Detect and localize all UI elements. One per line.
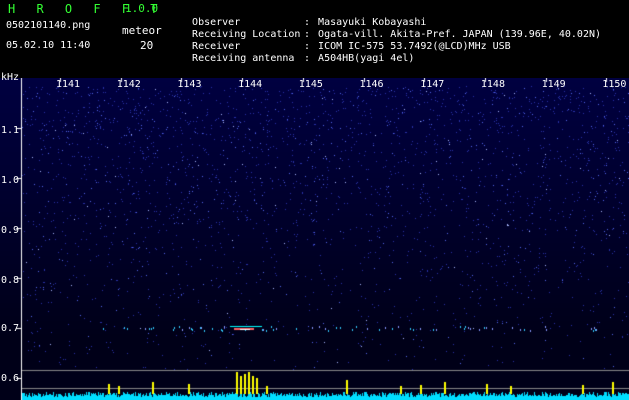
time-tick-label: 1141 [56,79,81,90]
spectrogram [0,78,629,400]
y-unit-label: kHz [1,72,20,83]
meteor-count: 20 [140,39,154,52]
time-tick-label: 1142 [116,79,141,90]
info-value: A504HB(yagi 4el) [318,53,415,64]
time-tick-label: 1143 [177,79,202,90]
y-tick-label: 0.9 [1,225,20,236]
y-tick-label: 0.8 [1,275,20,286]
info-sep: : [304,53,311,64]
file-name: 0502101140.png [6,20,91,31]
time-tick-label: 1147 [420,79,445,90]
time-tick-label: 1148 [480,79,505,90]
y-tick-label: 0.6 [1,373,20,384]
info-key: Receiving antenna [192,53,295,64]
y-tick-label: 1.0 [1,175,20,186]
date-time: 05.02.10 11:40 [6,40,91,51]
y-tick-label: 1.1 [1,125,20,136]
info-row-antenna: Receiving antenna: A504HB(yagi 4el) [180,41,414,65]
time-tick-label: 1144 [238,79,263,90]
app-version: 1.0.0 [125,2,159,15]
y-tick-label: 0.7 [1,323,20,334]
time-tick-label: 1146 [359,79,384,90]
time-tick-label: 1150 [602,79,627,90]
meteor-label: meteor [122,24,162,37]
time-tick-label: 1145 [298,79,323,90]
time-tick-label: 1149 [541,79,566,90]
